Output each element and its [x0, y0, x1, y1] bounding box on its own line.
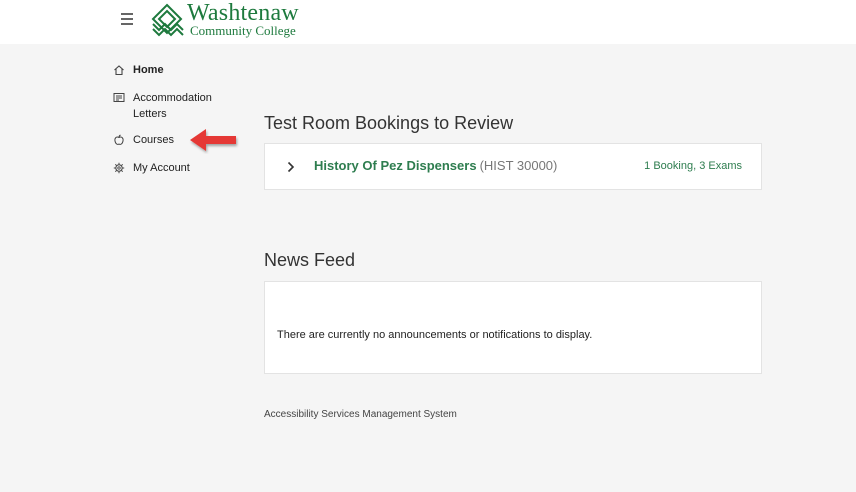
- booking-summary[interactable]: 1 Booking, 3 Exams: [644, 160, 742, 172]
- college-logo[interactable]: Washtenaw Community College: [150, 0, 299, 40]
- top-header: Washtenaw Community College: [0, 0, 856, 44]
- booking-row[interactable]: History Of Pez Dispensers (HIST 30000) 1 …: [265, 144, 761, 189]
- news-section-title: News Feed: [264, 250, 356, 270]
- news-card: There are currently no announcements or …: [264, 281, 762, 374]
- sidebar-nav: Home Accommodation Letters Courses My Ac…: [113, 62, 243, 176]
- sidebar-item-home[interactable]: Home: [113, 62, 243, 78]
- logo-name: Washtenaw: [187, 0, 299, 26]
- sidebar-item-label: Home: [133, 64, 164, 76]
- news-empty-message: There are currently no announcements or …: [277, 329, 593, 341]
- home-icon: [114, 65, 124, 76]
- sidebar-item-accommodation-letters[interactable]: Accommodation Letters: [113, 90, 243, 122]
- college-seal-icon: [151, 3, 184, 37]
- red-arrow-icon: [190, 129, 236, 151]
- course-link[interactable]: History Of Pez Dispensers (HIST 30000): [314, 158, 557, 173]
- hamburger-menu-icon[interactable]: [121, 13, 133, 25]
- sidebar-item-label: Accommodation Letters: [133, 92, 212, 120]
- course-code: (HIST 30000): [479, 158, 558, 173]
- sidebar-item-label: My Account: [133, 162, 190, 174]
- apple-icon: [114, 134, 124, 145]
- footer-text: Accessibility Services Management System: [264, 409, 457, 420]
- bookings-card: History Of Pez Dispensers (HIST 30000) 1 …: [264, 143, 762, 190]
- bookings-section-title: Test Room Bookings to Review: [264, 113, 514, 133]
- chevron-right-icon[interactable]: [287, 161, 295, 173]
- sidebar-item-my-account[interactable]: My Account: [113, 160, 243, 176]
- letter-icon: [113, 93, 125, 102]
- gear-icon: [113, 162, 125, 174]
- logo-subtitle: Community College: [190, 23, 296, 38]
- sidebar-item-label: Courses: [133, 134, 174, 146]
